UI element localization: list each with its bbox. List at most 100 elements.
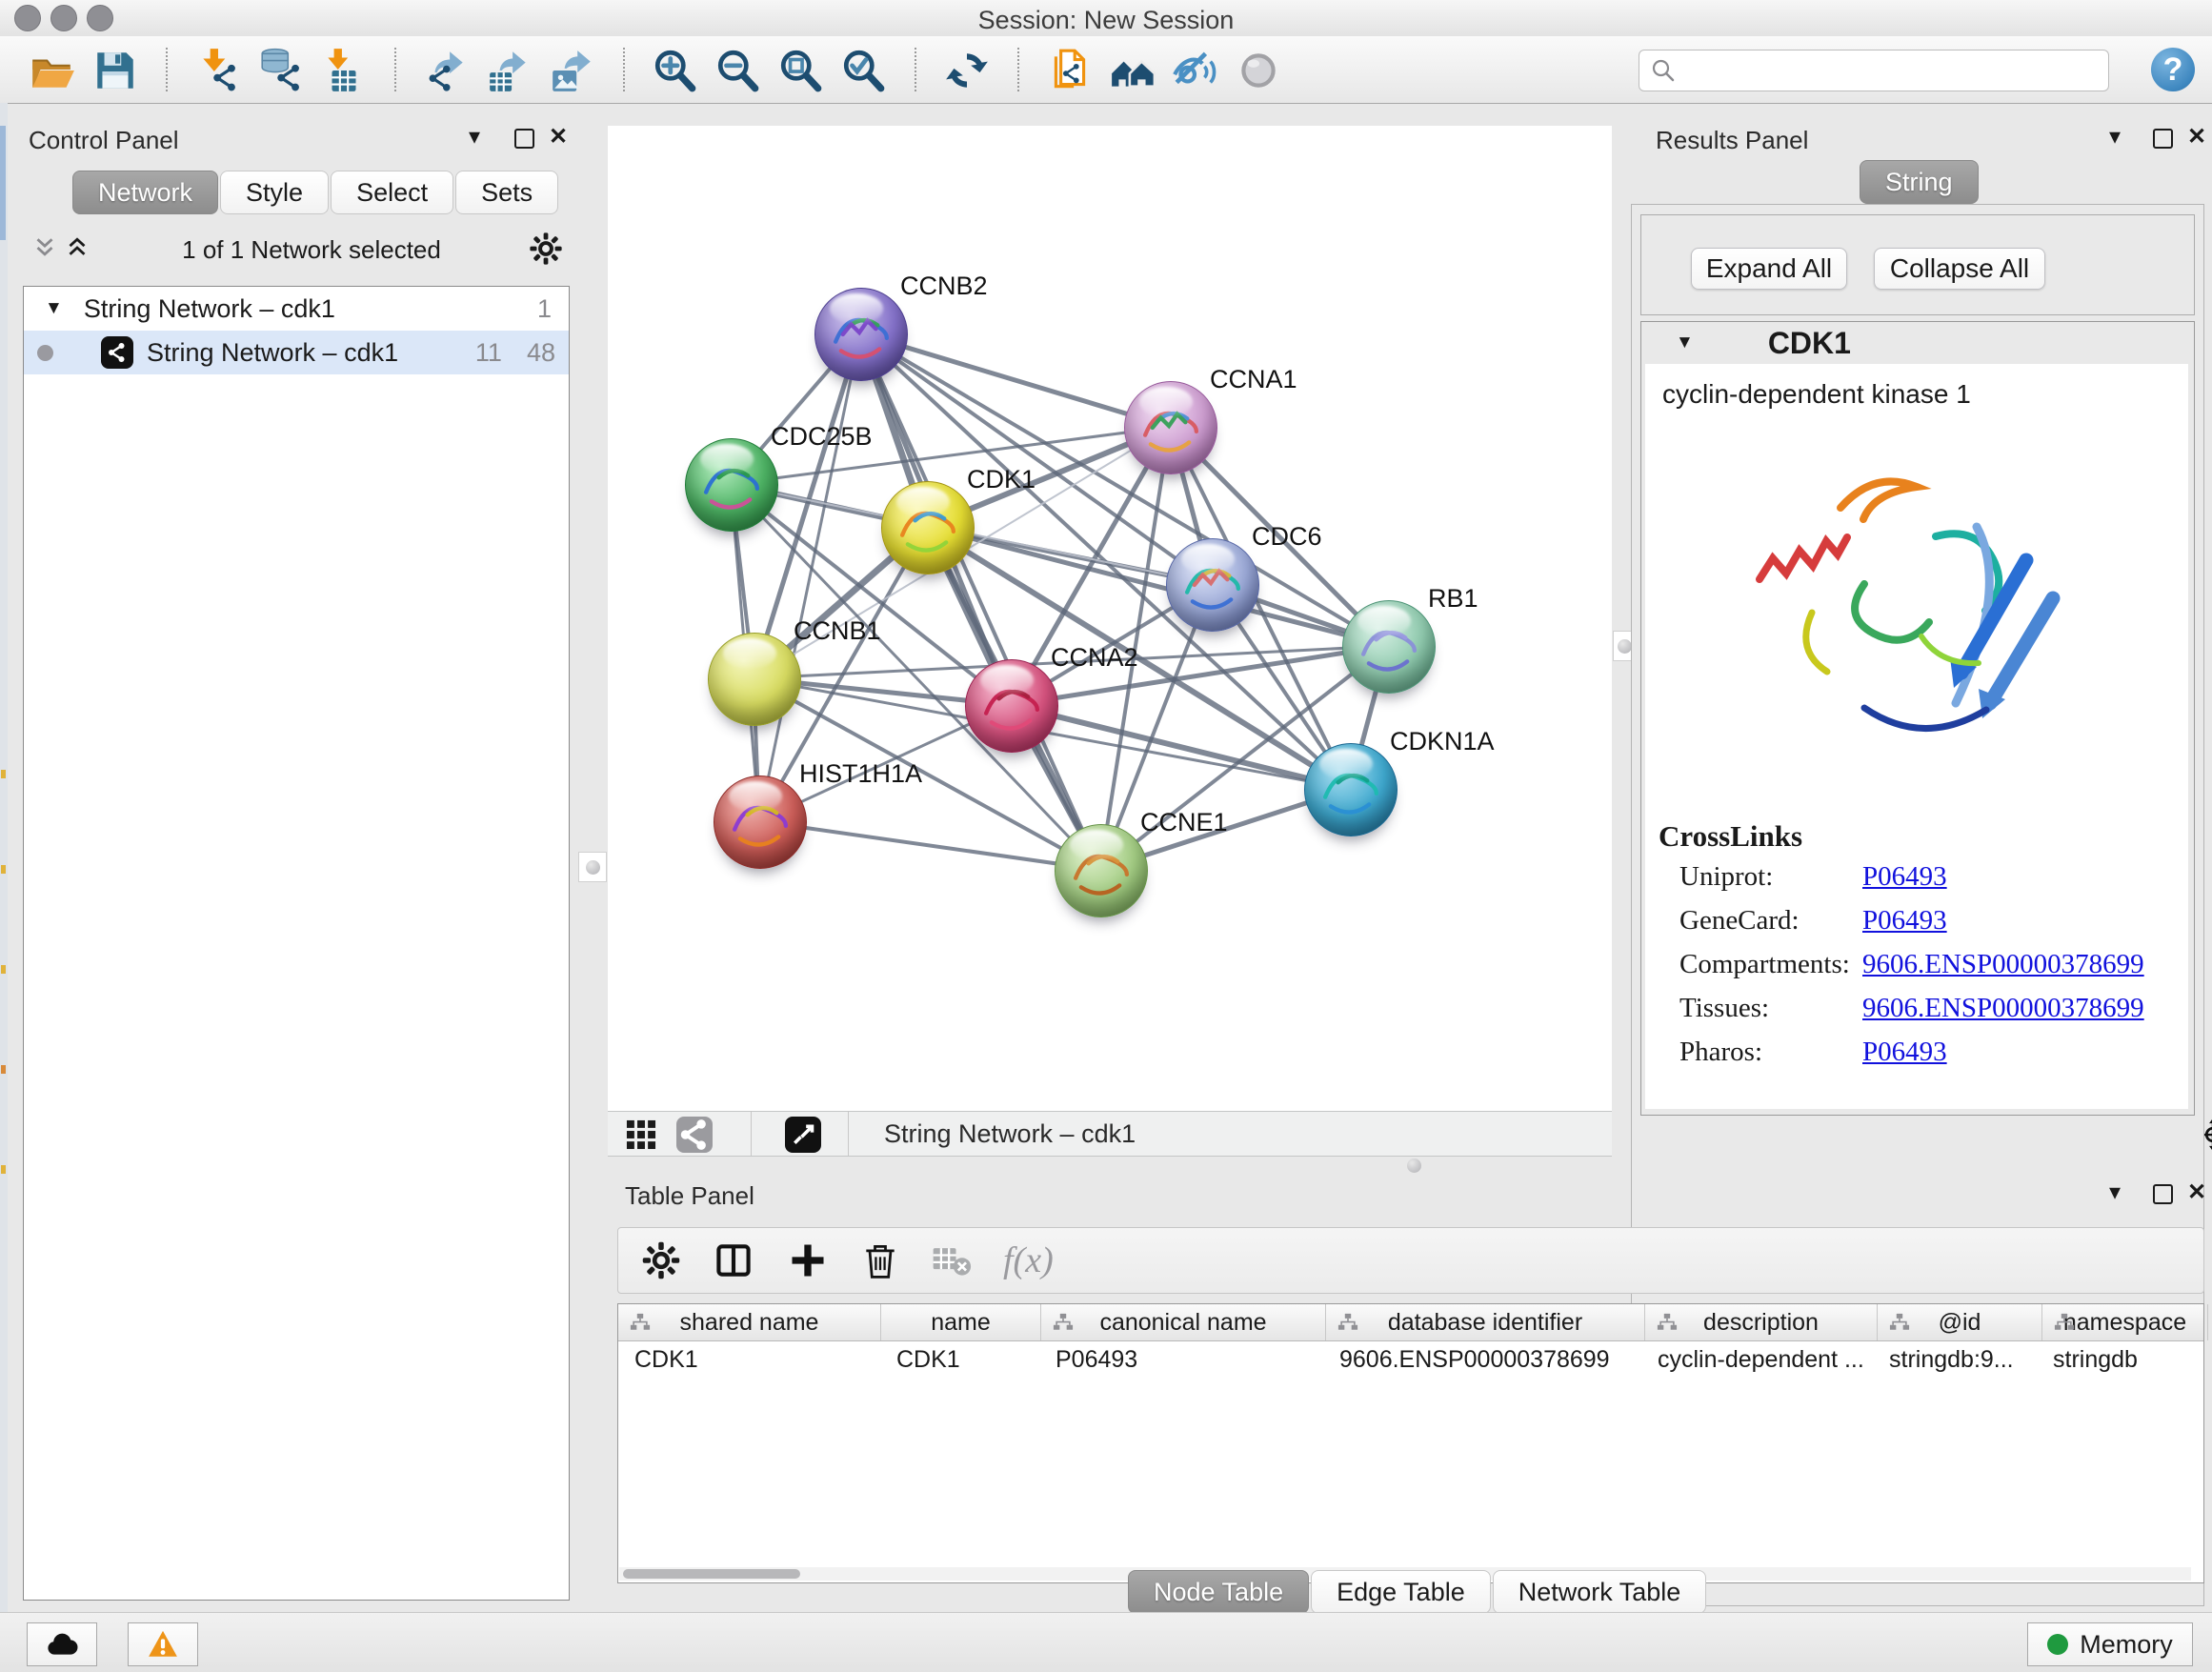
memory-label: Memory: [2080, 1630, 2173, 1660]
left-splitter-handle[interactable]: [578, 852, 607, 882]
tab-style[interactable]: Style: [220, 171, 329, 214]
zoom-in-button[interactable]: [650, 45, 701, 96]
zoom-fit-button[interactable]: [775, 45, 827, 96]
import-network-button[interactable]: [192, 45, 244, 96]
collapse-all-button[interactable]: Collapse All: [1874, 248, 2045, 290]
crosslink-link[interactable]: P06493: [1862, 1037, 1947, 1068]
cell-database-identifier[interactable]: 9606.ENSP00000378699: [1323, 1340, 1641, 1379]
import-table-button[interactable]: [318, 45, 370, 96]
control-panel-menu-icon[interactable]: ▾: [469, 126, 480, 149]
node-label-cdk1: CDK1: [967, 465, 1036, 494]
birds-eye-view-icon[interactable]: [785, 1117, 821, 1153]
crosslink-link[interactable]: P06493: [1862, 861, 1947, 893]
warnings-button[interactable]: [128, 1622, 198, 1666]
column-header-name[interactable]: name: [881, 1304, 1041, 1340]
tab-select[interactable]: Select: [331, 171, 453, 214]
cell--id[interactable]: stringdb:9...: [1873, 1340, 2037, 1379]
network-collection-row[interactable]: ▼ String Network – cdk1 1: [24, 287, 569, 331]
node-ccnb1[interactable]: [708, 633, 801, 726]
table-row[interactable]: CDK1CDK1P064939606.ENSP00000378699cyclin…: [618, 1340, 2203, 1379]
add-column-plus-icon[interactable]: [786, 1239, 830, 1282]
show-results-button[interactable]: [1233, 45, 1284, 96]
network-canvas[interactable]: CCNB2CCNA1CDC25BCDK1CDC6RB1CCNB1CCNA2CDK…: [608, 126, 1612, 1111]
refresh-button[interactable]: [941, 45, 993, 96]
table-panel-close-icon[interactable]: ✕: [2187, 1181, 2206, 1204]
tab-sets[interactable]: Sets: [455, 171, 558, 214]
save-button[interactable]: [90, 45, 141, 96]
hide-results-button[interactable]: [1170, 45, 1221, 96]
node-ccnb2[interactable]: [814, 288, 908, 381]
crosslink-link[interactable]: 9606.ENSP00000378699: [1862, 949, 2144, 980]
grid-view-icon[interactable]: [623, 1117, 659, 1153]
horizontal-splitter-handle[interactable]: [1407, 1158, 1421, 1173]
node-cdk1[interactable]: [881, 481, 975, 574]
crosslink-link[interactable]: 9606.ENSP00000378699: [1862, 993, 2144, 1024]
results-panel-close-icon[interactable]: ✕: [2187, 126, 2206, 149]
control-panel-close-icon[interactable]: ✕: [549, 126, 568, 149]
section-disclosure-icon[interactable]: ▼: [1676, 332, 1694, 353]
export-table-button[interactable]: [484, 45, 535, 96]
memory-button[interactable]: Memory: [2027, 1622, 2193, 1666]
column-header-namespace[interactable]: namespace: [2042, 1304, 2208, 1340]
tab-network-table[interactable]: Network Table: [1493, 1570, 1707, 1614]
tab-string[interactable]: String: [1860, 160, 1979, 204]
node-ccna1[interactable]: [1124, 381, 1217, 474]
node-hist1h1a[interactable]: [714, 776, 807, 869]
zoom-selected-button[interactable]: [838, 45, 890, 96]
help-button[interactable]: ?: [2151, 48, 2195, 91]
export-image-button[interactable]: [547, 45, 598, 96]
network-row[interactable]: String Network – cdk1 11 48: [24, 331, 569, 374]
string-home-button[interactable]: [1107, 45, 1158, 96]
delete-column-trash-icon[interactable]: [858, 1239, 902, 1282]
disclosure-triangle-icon[interactable]: ▼: [45, 298, 63, 319]
edge-HIST1H1A-CCNE1[interactable]: [759, 821, 1100, 870]
protein-section-header[interactable]: ▼ CDK1: [1641, 322, 2194, 364]
node-cdc25b[interactable]: [685, 438, 778, 532]
scrollbar-thumb[interactable]: [623, 1569, 800, 1579]
tab-node-table[interactable]: Node Table: [1128, 1570, 1309, 1614]
column-header-database-identifier[interactable]: database identifier: [1326, 1304, 1645, 1340]
crosslink-link[interactable]: P06493: [1862, 905, 1947, 937]
search-field[interactable]: [1639, 50, 2109, 91]
tab-network[interactable]: Network: [72, 171, 218, 214]
import-database-button[interactable]: [255, 45, 307, 96]
zoom-out-button[interactable]: [713, 45, 764, 96]
results-panel-menu-icon[interactable]: ▾: [2109, 126, 2121, 149]
edge-CCNB2-CCNE1[interactable]: [860, 333, 1100, 870]
table-settings-gear-icon[interactable]: [639, 1239, 683, 1282]
edge-CCNB2-HIST1H1A[interactable]: [759, 333, 860, 821]
search-input[interactable]: [1678, 52, 2108, 89]
results-panel-float-icon[interactable]: [2153, 129, 2173, 149]
node-ccne1[interactable]: [1055, 824, 1148, 917]
node-ccna2[interactable]: [965, 659, 1058, 753]
cell-namespace[interactable]: stringdb: [2037, 1340, 2202, 1379]
column-header-shared-name[interactable]: shared name: [618, 1304, 881, 1340]
column-header-description[interactable]: description: [1645, 1304, 1878, 1340]
expand-all-button[interactable]: Expand All: [1691, 248, 1847, 290]
expand-all-networks-icon[interactable]: [63, 233, 95, 266]
column-header--id[interactable]: @id: [1878, 1304, 2042, 1340]
control-panel-float-icon[interactable]: [514, 129, 534, 149]
cell-name[interactable]: CDK1: [880, 1340, 1039, 1379]
node-rb1[interactable]: [1342, 600, 1436, 694]
cell-canonical-name[interactable]: P06493: [1039, 1340, 1323, 1379]
node-cdkn1a[interactable]: [1304, 743, 1398, 836]
export-network-button[interactable]: [421, 45, 473, 96]
open-button[interactable]: [27, 45, 78, 96]
cell-shared-name[interactable]: CDK1: [618, 1340, 880, 1379]
column-header-canonical-name[interactable]: canonical name: [1041, 1304, 1326, 1340]
show-columns-icon[interactable]: [712, 1239, 755, 1282]
cell-description[interactable]: cyclin-dependent ...: [1641, 1340, 1873, 1379]
table-panel-menu-icon[interactable]: ▾: [2109, 1181, 2121, 1204]
network-share-icon[interactable]: [676, 1117, 713, 1153]
status-separator: [751, 1112, 752, 1156]
table-panel-float-icon[interactable]: [2153, 1184, 2173, 1204]
zoom-selected-icon: [840, 47, 888, 94]
network-options-gear-icon[interactable]: [528, 231, 566, 269]
cloud-button[interactable]: [27, 1622, 97, 1666]
tab-edge-table[interactable]: Edge Table: [1311, 1570, 1491, 1614]
crosslink-label: Compartments:: [1679, 949, 1828, 980]
node-cdc6[interactable]: [1166, 538, 1259, 632]
share-document-button[interactable]: [1044, 45, 1096, 96]
collapse-all-networks-icon[interactable]: [30, 233, 63, 266]
